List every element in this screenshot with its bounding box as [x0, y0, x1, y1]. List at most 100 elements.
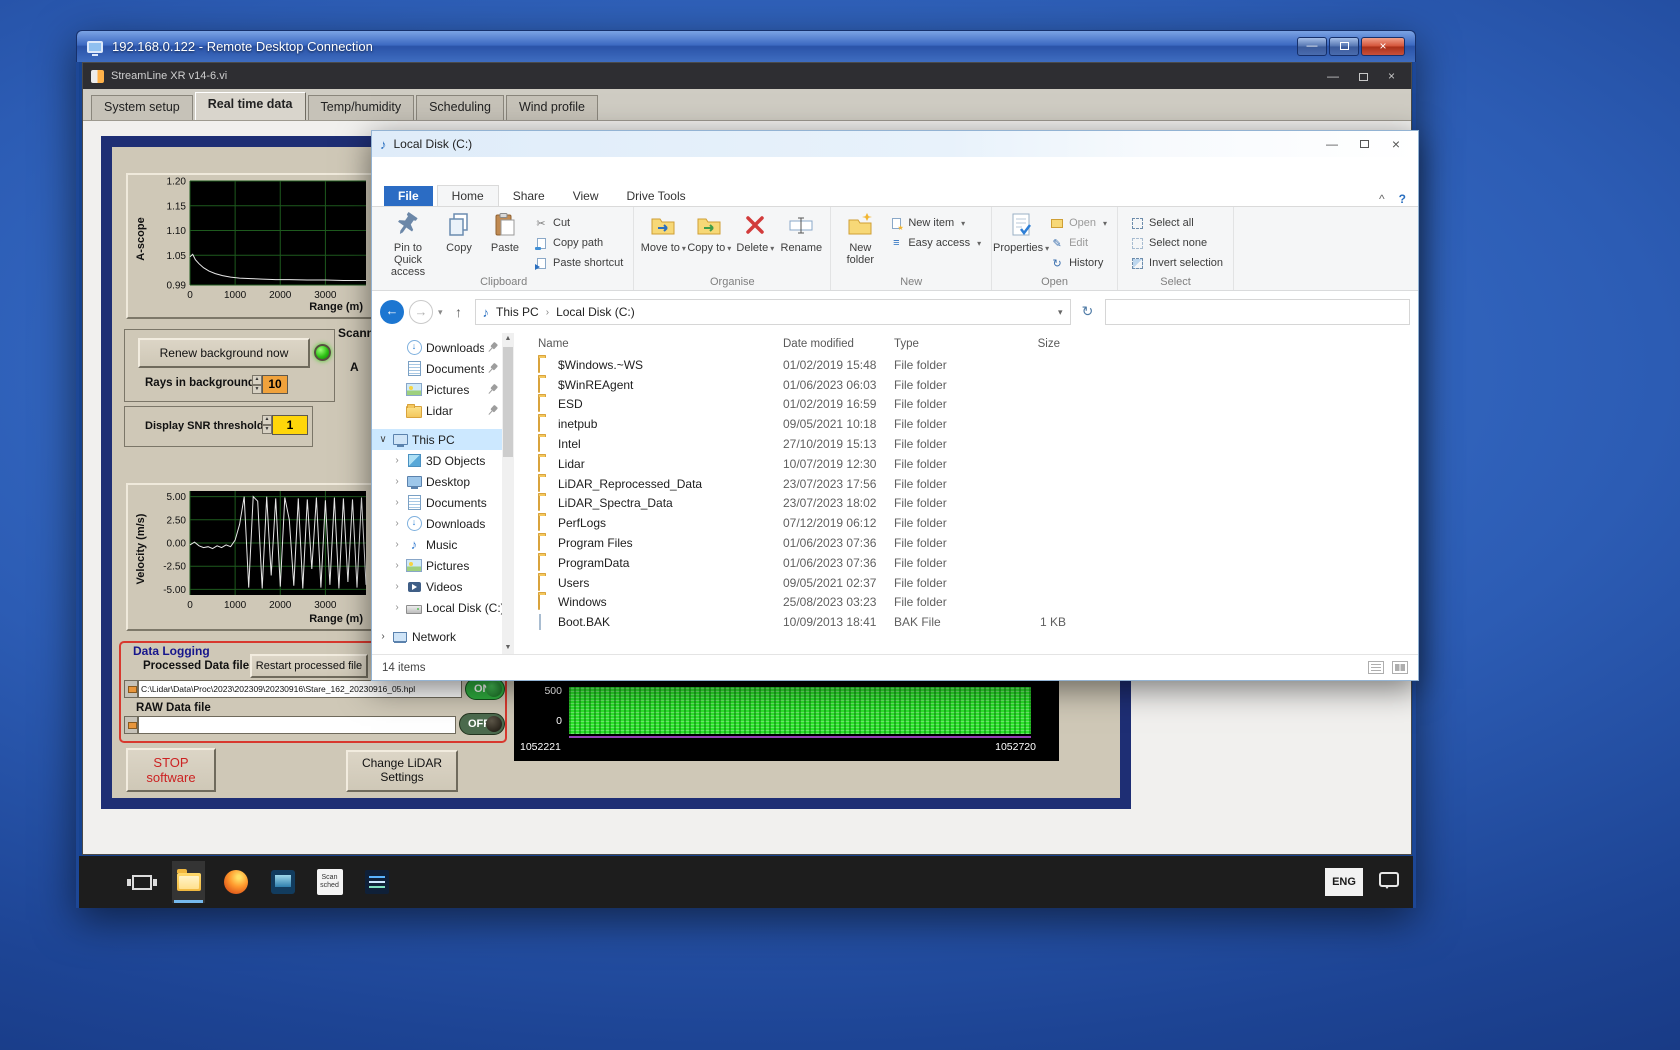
file-row[interactable]: Intel27/10/2019 15:13File folder — [514, 434, 1418, 454]
file-row[interactable]: ESD01/02/2019 16:59File folder — [514, 395, 1418, 415]
processed-path-browse-icon[interactable] — [124, 680, 138, 698]
file-explorer-taskbar-button[interactable] — [172, 861, 205, 903]
address-dropdown-icon[interactable]: ▾ — [1058, 307, 1063, 318]
tab-system-setup[interactable]: System setup — [91, 95, 193, 120]
task-view-button[interactable] — [125, 861, 158, 903]
explorer-maximize-button[interactable] — [1350, 134, 1378, 154]
file-row[interactable]: $WinREAgent01/06/2023 06:03File folder — [514, 375, 1418, 395]
rdp-close-button[interactable]: × — [1361, 37, 1405, 56]
column-header-name[interactable]: Name — [538, 338, 783, 350]
scan-sched-taskbar-button[interactable]: Scan sched — [313, 861, 346, 903]
raw-data-file-path[interactable] — [138, 716, 456, 734]
change-lidar-settings-button[interactable]: Change LiDAR Settings — [346, 750, 458, 792]
new-folder-button[interactable]: New folder — [837, 209, 883, 266]
details-view-button[interactable] — [1368, 661, 1384, 674]
help-button[interactable]: ? — [1399, 192, 1406, 206]
back-button[interactable]: ← — [380, 300, 404, 324]
scrollbar-thumb[interactable] — [503, 347, 513, 457]
rays-in-background-value[interactable]: 10 — [262, 375, 288, 394]
copy-path-button[interactable]: Copy path — [530, 234, 627, 252]
nav-item-documents[interactable]: Documents — [372, 358, 502, 379]
select-none-button[interactable]: Select none — [1126, 234, 1227, 252]
rays-spinner[interactable]: ▲▼ — [252, 375, 262, 394]
properties-button[interactable]: Properties▾ — [998, 209, 1044, 255]
collapse-ribbon-button[interactable]: ^ — [1379, 192, 1385, 206]
column-header-type[interactable]: Type — [894, 338, 1008, 350]
paste-button[interactable]: Paste — [482, 209, 528, 254]
column-header-date-modified[interactable]: Date modified — [783, 338, 894, 350]
notification-icon[interactable] — [1379, 872, 1399, 887]
snr-spinner[interactable]: ▲▼ — [262, 415, 272, 434]
nav-item-desktop[interactable]: ›Desktop — [372, 471, 502, 492]
file-row[interactable]: $Windows.~WS01/02/2019 15:48File folder — [514, 355, 1418, 375]
cut-button[interactable]: ✂Cut — [530, 214, 627, 232]
move-to-button[interactable]: Move to▾ — [640, 209, 686, 255]
explorer-close-button[interactable]: × — [1382, 134, 1410, 154]
search-box[interactable] — [1105, 299, 1410, 325]
ribbon-tab-home[interactable]: Home — [437, 185, 499, 206]
restart-processed-file-button[interactable]: Restart processed file — [250, 654, 368, 678]
rdp-maximize-button[interactable] — [1329, 37, 1359, 56]
file-row[interactable]: PerfLogs07/12/2019 06:12File folder — [514, 513, 1418, 533]
nav-item-local-disk-c[interactable]: ›Local Disk (C:) — [372, 597, 502, 618]
file-row[interactable]: ProgramData01/06/2023 07:36File folder — [514, 553, 1418, 573]
forward-button[interactable]: → — [409, 300, 433, 324]
explorer-minimize-button[interactable]: — — [1318, 134, 1346, 154]
history-button[interactable]: ↻History — [1046, 254, 1111, 272]
scroll-up-icon[interactable]: ▲ — [502, 333, 514, 345]
scroll-down-icon[interactable]: ▼ — [502, 642, 514, 654]
nav-item-this-pc[interactable]: ∨This PC — [372, 429, 502, 450]
labview-maximize-button[interactable] — [1359, 69, 1368, 84]
snr-threshold-value[interactable]: 1 — [272, 415, 308, 435]
nav-item-videos[interactable]: ›Videos — [372, 576, 502, 597]
edit-button[interactable]: ✎Edit — [1046, 234, 1111, 252]
processed-data-file-path[interactable]: C:\Lidar\Data\Proc\2023\202309\20230916\… — [138, 680, 462, 698]
open-button[interactable]: Open▾ — [1046, 214, 1111, 232]
stop-software-button[interactable]: STOP software — [126, 748, 216, 792]
firefox-taskbar-button[interactable] — [219, 861, 252, 903]
nav-item-pictures[interactable]: Pictures — [372, 379, 502, 400]
nav-item-downloads[interactable]: Downloads — [372, 337, 502, 358]
nav-item-lidar[interactable]: Lidar — [372, 400, 502, 421]
file-row[interactable]: Program Files01/06/2023 07:36File folder — [514, 533, 1418, 553]
file-row[interactable]: Lidar10/07/2019 12:30File folder — [514, 454, 1418, 474]
tab-scheduling[interactable]: Scheduling — [416, 95, 504, 120]
ribbon-tab-drive-tools[interactable]: Drive Tools — [613, 186, 700, 206]
remote-app-taskbar-button[interactable] — [266, 861, 299, 903]
easy-access-button[interactable]: ≡Easy access▾ — [885, 234, 985, 252]
large-icons-view-button[interactable] — [1392, 661, 1408, 674]
nav-item-pictures[interactable]: ›Pictures — [372, 555, 502, 576]
labview-close-button[interactable]: × — [1388, 69, 1395, 83]
file-row[interactable]: inetpub09/05/2021 10:18File folder — [514, 414, 1418, 434]
file-row[interactable]: Users09/05/2021 02:37File folder — [514, 573, 1418, 593]
nav-item-3d-objects[interactable]: ›3D Objects — [372, 450, 502, 471]
ribbon-tab-file[interactable]: File — [384, 186, 433, 206]
nav-item-network[interactable]: ›Network — [372, 626, 502, 647]
nav-item-downloads[interactable]: ›Downloads — [372, 513, 502, 534]
breadcrumb-this-pc[interactable]: This PC — [496, 305, 539, 319]
labview-minimize-button[interactable]: — — [1327, 69, 1339, 83]
column-header-size[interactable]: Size — [1008, 338, 1068, 350]
tab-real-time-data[interactable]: Real time data — [195, 92, 306, 120]
copy-to-button[interactable]: Copy to▾ — [686, 209, 732, 255]
nav-scrollbar[interactable]: ▲ ▼ — [502, 333, 514, 654]
select-all-button[interactable]: Select all — [1126, 214, 1227, 232]
rdp-minimize-button[interactable]: — — [1297, 37, 1327, 56]
breadcrumb-local-disk[interactable]: Local Disk (C:) — [556, 305, 635, 319]
raw-path-browse-icon[interactable] — [124, 716, 138, 734]
ribbon-tab-share[interactable]: Share — [499, 186, 559, 206]
processed-logging-toggle[interactable]: ON — [465, 678, 505, 700]
raw-logging-toggle[interactable]: OFF — [459, 713, 505, 735]
tab-temp-humidity[interactable]: Temp/humidity — [308, 95, 415, 120]
file-row[interactable]: LiDAR_Reprocessed_Data23/07/2023 17:56Fi… — [514, 474, 1418, 494]
nav-item-documents[interactable]: ›Documents — [372, 492, 502, 513]
tab-wind-profile[interactable]: Wind profile — [506, 95, 598, 120]
file-row[interactable]: Boot.BAK10/09/2013 18:41BAK File1 KB — [514, 612, 1418, 632]
delete-button[interactable]: Delete▾ — [732, 209, 778, 255]
ribbon-tab-view[interactable]: View — [559, 186, 613, 206]
file-row[interactable]: LiDAR_Spectra_Data23/07/2023 18:02File f… — [514, 494, 1418, 514]
file-row[interactable]: Windows25/08/2023 03:23File folder — [514, 593, 1418, 613]
language-indicator[interactable]: ENG — [1325, 868, 1363, 896]
address-box[interactable]: ♪ This PC › Local Disk (C:) ▾ — [475, 299, 1071, 325]
refresh-button[interactable]: ↻ — [1076, 299, 1100, 325]
